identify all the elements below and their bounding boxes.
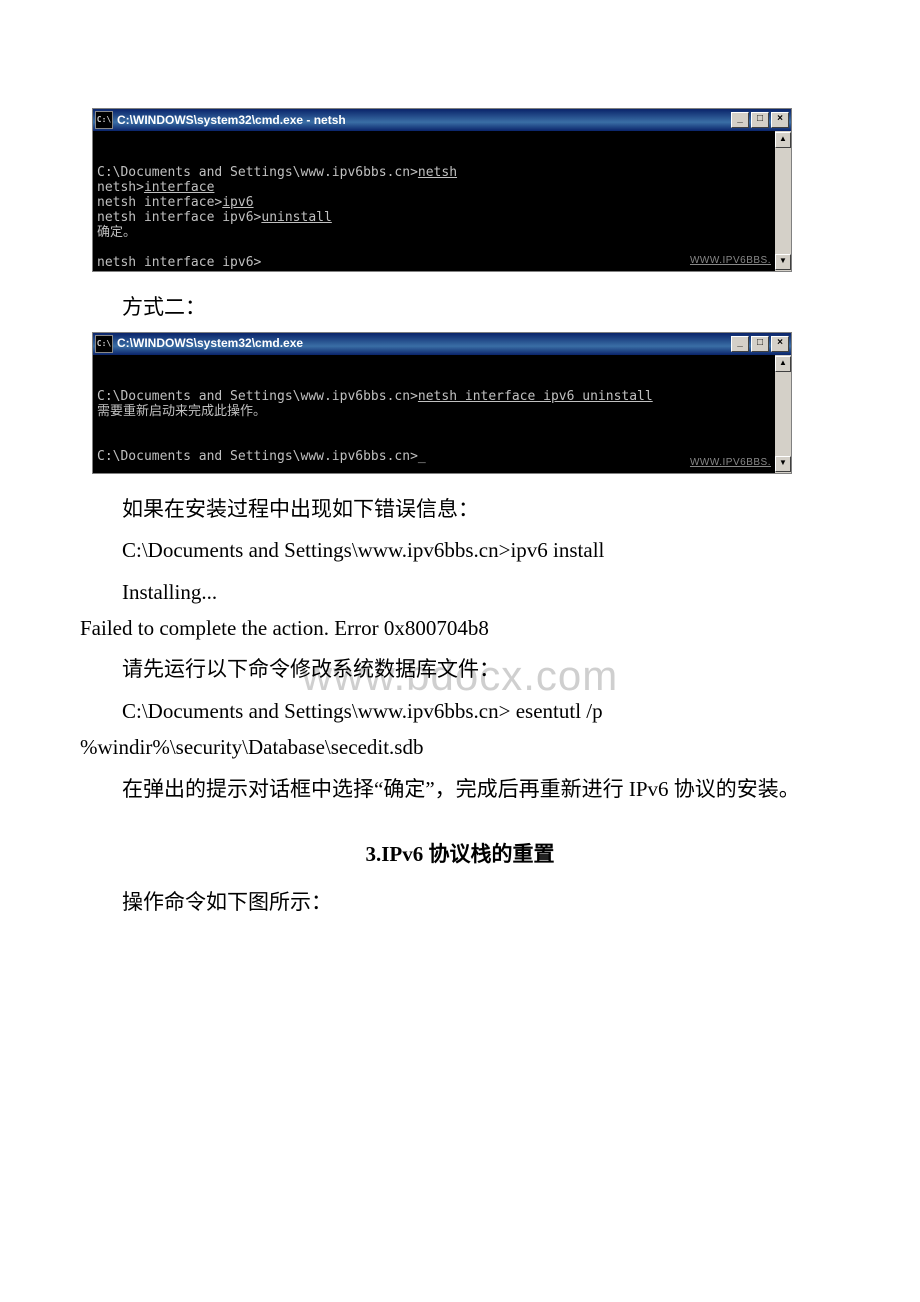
- minimize-button[interactable]: _: [731, 336, 749, 352]
- method-two-label: 方式二：: [80, 290, 840, 326]
- titlebar: C:\ C:\WINDOWS\system32\cmd.exe _ □ ×: [93, 333, 791, 355]
- scroll-up-button[interactable]: ▲: [775, 356, 791, 372]
- maximize-button[interactable]: □: [751, 112, 769, 128]
- terminal-output: C:\Documents and Settings\www.ipv6bbs.cn…: [93, 355, 775, 473]
- fix-cmd-line-2: %windir%\security\Database\secedit.sdb: [80, 730, 840, 766]
- command: uninstall: [261, 210, 331, 225]
- error-line-2: Installing...: [80, 575, 840, 611]
- error-intro: 如果在安装过程中出现如下错误信息：: [80, 492, 840, 528]
- command: interface: [144, 180, 214, 195]
- blank-line: [97, 374, 105, 389]
- close-button[interactable]: ×: [771, 112, 789, 128]
- output-line: 确定。: [97, 225, 136, 240]
- scroll-down-button[interactable]: ▼: [775, 254, 791, 270]
- scrollbar[interactable]: ▲ ▼: [775, 355, 791, 473]
- prompt: C:\Documents and Settings\www.ipv6bbs.cn…: [97, 165, 418, 180]
- maximize-button[interactable]: □: [751, 336, 769, 352]
- prompt: C:\Documents and Settings\www.ipv6bbs.cn…: [97, 389, 418, 404]
- ops-intro: 操作命令如下图所示：: [80, 885, 840, 921]
- command: netsh: [418, 165, 457, 180]
- minimize-button[interactable]: _: [731, 112, 749, 128]
- command: netsh interface ipv6 uninstall: [418, 389, 653, 404]
- scroll-up-button[interactable]: ▲: [775, 132, 791, 148]
- fix-intro: 请先运行以下命令修改系统数据库文件：: [80, 652, 840, 688]
- window-controls: _ □ ×: [731, 112, 789, 128]
- section-heading-3: 3.IPv6 协议栈的重置: [80, 837, 840, 873]
- prompt: netsh interface ipv6>: [97, 255, 261, 270]
- cmd-icon: C:\: [95, 335, 113, 353]
- command: ipv6: [222, 195, 253, 210]
- cmd-icon: C:\: [95, 111, 113, 129]
- error-line-1: C:\Documents and Settings\www.ipv6bbs.cn…: [80, 533, 840, 569]
- blank-line: [97, 150, 105, 165]
- confirm-instruction: 在弹出的提示对话框中选择“确定”，完成后再重新进行 IPv6 协议的安装。: [80, 772, 840, 808]
- fix-cmd-line-1: C:\Documents and Settings\www.ipv6bbs.cn…: [80, 694, 840, 730]
- prompt: C:\Documents and Settings\www.ipv6bbs.cn…: [97, 449, 426, 464]
- terminal-output: C:\Documents and Settings\www.ipv6bbs.cn…: [93, 131, 775, 271]
- terminal-window-1: C:\ C:\WINDOWS\system32\cmd.exe - netsh …: [92, 108, 792, 272]
- scroll-down-button[interactable]: ▼: [775, 456, 791, 472]
- output-line: 需要重新启动来完成此操作。: [97, 404, 266, 419]
- window-title: C:\WINDOWS\system32\cmd.exe - netsh: [117, 110, 731, 130]
- prompt: netsh interface>: [97, 195, 222, 210]
- document-page: www.bdocx.com C:\ C:\WINDOWS\system32\cm…: [0, 0, 920, 1302]
- window-controls: _ □ ×: [731, 336, 789, 352]
- terminal-window-2: C:\ C:\WINDOWS\system32\cmd.exe _ □ × C:…: [92, 332, 792, 474]
- close-button[interactable]: ×: [771, 336, 789, 352]
- window-title: C:\WINDOWS\system32\cmd.exe: [117, 333, 731, 353]
- prompt: netsh>: [97, 180, 144, 195]
- error-line-3: Failed to complete the action. Error 0x8…: [80, 611, 840, 647]
- scrollbar[interactable]: ▲ ▼: [775, 131, 791, 271]
- titlebar: C:\ C:\WINDOWS\system32\cmd.exe - netsh …: [93, 109, 791, 131]
- prompt: netsh interface ipv6>: [97, 210, 261, 225]
